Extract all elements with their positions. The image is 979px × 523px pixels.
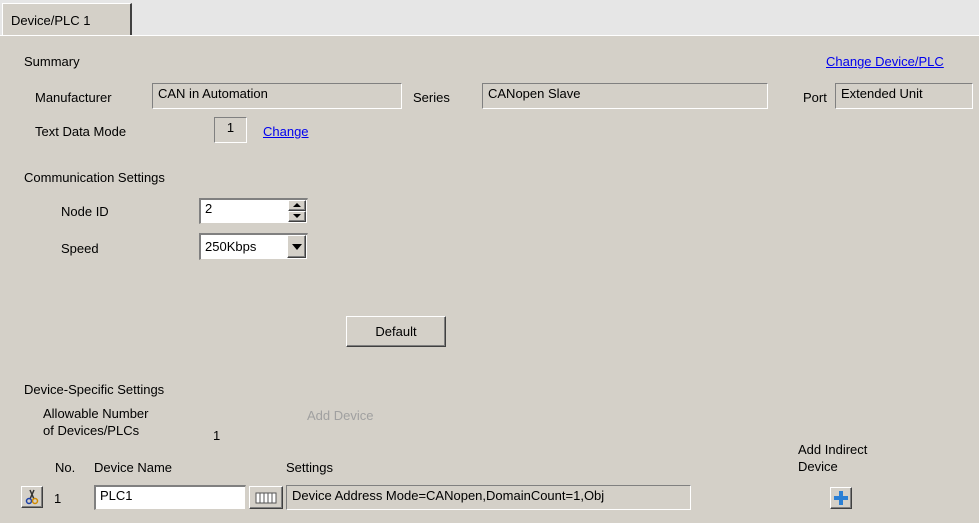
port-label: Port — [803, 90, 827, 105]
manufacturer-field: CAN in Automation — [152, 83, 402, 109]
allowable-number-value: 1 — [213, 428, 221, 443]
device-name-value: PLC1 — [100, 488, 133, 503]
summary-heading: Summary — [24, 54, 80, 69]
node-id-spin — [288, 200, 306, 222]
port-field: Extended Unit — [835, 83, 973, 109]
device-name-input[interactable]: PLC1 — [94, 485, 246, 510]
chevron-down-icon — [291, 244, 302, 250]
speed-label: Speed — [61, 241, 99, 256]
column-device-name: Device Name — [94, 460, 173, 475]
settings-grid-icon — [255, 492, 277, 504]
add-indirect-device-button[interactable] — [830, 487, 852, 509]
spin-down-button[interactable] — [288, 211, 306, 222]
add-indirect-label-2: Device — [798, 459, 838, 474]
manufacturer-label: Manufacturer — [35, 90, 112, 105]
device-settings-field: Device Address Mode=CANopen,DomainCount=… — [286, 485, 691, 510]
tab-bar: Device/PLC 1 — [0, 0, 979, 36]
series-label: Series — [413, 90, 450, 105]
row-number: 1 — [54, 491, 62, 506]
text-data-mode-change-link[interactable]: Change — [263, 124, 309, 139]
column-no: No. — [55, 460, 76, 475]
allowable-number-label-2: of Devices/PLCs — [43, 423, 140, 438]
scissors-icon — [25, 489, 39, 505]
allowable-number-label-1: Allowable Number — [43, 406, 149, 421]
cut-button[interactable] — [21, 486, 43, 508]
change-device-plc-link[interactable]: Change Device/PLC — [826, 54, 944, 69]
plus-icon — [834, 491, 848, 505]
add-device-link[interactable]: Add Device — [307, 408, 373, 423]
tab-device-plc-1[interactable]: Device/PLC 1 — [2, 3, 132, 35]
node-id-label: Node ID — [61, 204, 109, 219]
column-settings: Settings — [286, 460, 333, 475]
text-data-mode-field: 1 — [214, 117, 247, 143]
arrow-down-icon — [293, 214, 301, 218]
settings-button[interactable] — [249, 486, 283, 509]
node-id-value: 2 — [205, 201, 213, 216]
device-specific-heading: Device-Specific Settings — [24, 382, 165, 397]
arrow-up-icon — [293, 203, 301, 207]
series-field: CANopen Slave — [482, 83, 768, 109]
speed-dropdown-button[interactable] — [287, 235, 306, 258]
default-button-label: Default — [375, 324, 417, 339]
add-indirect-label-1: Add Indirect — [798, 442, 868, 457]
tab-label: Device/PLC 1 — [11, 13, 91, 28]
spin-up-button[interactable] — [288, 200, 306, 211]
communication-settings-heading: Communication Settings — [24, 170, 165, 185]
default-button[interactable]: Default — [346, 316, 446, 347]
text-data-mode-label: Text Data Mode — [35, 124, 127, 139]
speed-value: 250Kbps — [205, 239, 257, 254]
